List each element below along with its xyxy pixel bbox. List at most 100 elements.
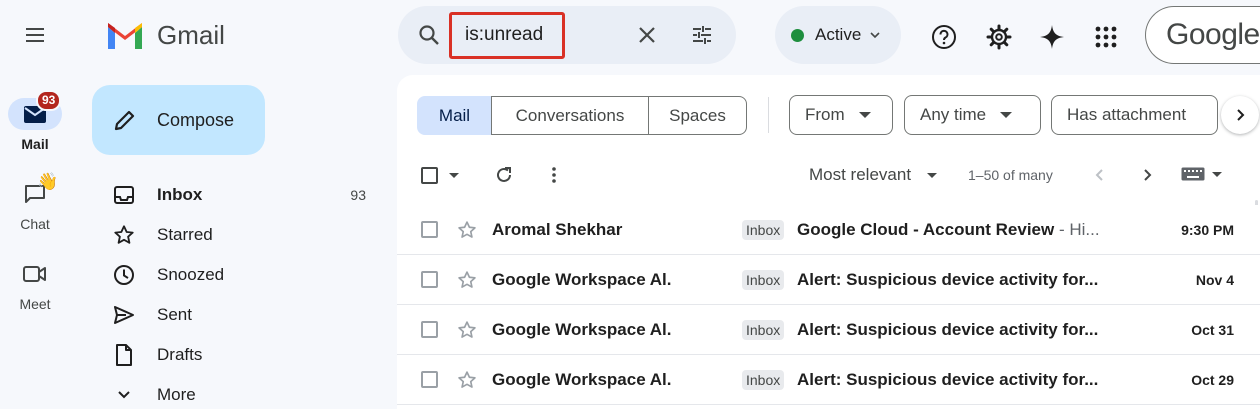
send-icon [114,306,134,324]
email-subject: Google Cloud - Account Review [797,219,1055,239]
nav-more-label: More [157,385,196,404]
email-row[interactable]: Aromal Shekhar Inbox Google Cloud - Acco… [397,205,1260,255]
refresh-button[interactable] [490,161,518,189]
nav-inbox-count: 93 [350,187,366,203]
clear-search-button[interactable] [632,20,662,50]
filter-time-label: Any time [920,105,987,124]
input-tools-button[interactable] [1181,167,1222,181]
select-all-checkbox[interactable] [421,167,438,184]
segment-mail-label: Mail [438,105,471,125]
email-sender: Google Workspace Al. [492,269,672,289]
email-row[interactable]: Google Workspace Al. Inbox Alert: Suspic… [397,255,1260,305]
gmail-m-icon [108,22,142,49]
status-button[interactable]: Active [775,6,901,64]
video-camera-icon [23,266,46,282]
email-subject: Alert: Suspicious device activity for... [797,369,1099,389]
clock-icon [114,265,134,285]
row-checkbox[interactable] [421,371,438,388]
inbox-label-badge[interactable]: Inbox [742,269,785,290]
inbox-label-badge[interactable]: Inbox [742,219,785,240]
compose-button[interactable]: Compose [92,85,265,155]
email-subject-line: Alert: Suspicious device activity for... [797,270,1115,290]
filter-from-chip[interactable]: From [789,95,893,135]
search-bar[interactable]: is:unread [398,6,736,64]
older-button[interactable] [1135,162,1161,188]
select-menu-caret[interactable] [449,173,459,178]
email-sender: Aromal Shekhar [492,219,623,239]
pencil-icon [114,110,135,131]
inbox-label-badge[interactable]: Inbox [742,319,785,340]
segment-spaces[interactable]: Spaces [648,96,747,135]
search-options-button[interactable] [687,20,717,50]
nav-sent[interactable]: Sent [108,299,384,331]
email-row[interactable]: Google Workspace Al. Inbox Alert: Suspic… [397,305,1260,355]
filter-attachment-chip[interactable]: Has attachment [1051,95,1218,135]
sparkle-icon [1040,25,1064,49]
apps-button[interactable] [1088,19,1124,55]
rail-mail-pill: 93 [8,90,62,130]
email-snippet: - Hi... [1054,219,1100,239]
input-tools-caret-icon [1212,171,1222,177]
search-icon [419,25,439,45]
segment-spaces-label: Spaces [669,105,726,125]
search-button[interactable] [414,20,444,50]
chips-scroll-right-button[interactable] [1221,96,1259,134]
email-subject-line: Alert: Suspicious device activity for... [797,320,1115,340]
dropdown-caret-icon [1000,112,1013,118]
search-input[interactable]: is:unread [465,24,543,46]
email-subject: Alert: Suspicious device activity for... [797,269,1099,289]
gmail-logo[interactable]: Gmail [106,20,225,51]
more-vertical-icon [552,167,556,183]
dropdown-caret-icon [858,112,871,118]
gmail-logo-text: Gmail [157,20,225,50]
star-icon[interactable] [457,370,477,390]
nav-more[interactable]: More [108,379,384,409]
row-checkbox[interactable] [421,271,438,288]
rail-meet[interactable]: Meet [8,258,62,312]
chevron-down-icon [118,391,130,399]
star-icon[interactable] [457,220,477,240]
nav-drafts[interactable]: Drafts [108,339,384,371]
email-row[interactable]: Google Workspace Al. Inbox Alert: Suspic… [397,355,1260,405]
mail-unread-badge: 93 [36,90,62,111]
gear-icon [986,24,1012,50]
rail-chat[interactable]: 👋 Chat [8,172,62,232]
tune-icon [693,26,711,44]
star-icon[interactable] [457,320,477,340]
nav-inbox[interactable]: Inbox 93 [108,179,384,211]
google-account-button[interactable]: Google [1145,6,1260,64]
newer-button[interactable] [1086,162,1112,188]
inbox-label-badge[interactable]: Inbox [742,369,785,390]
inbox-icon [114,186,134,204]
chevron-left-icon [1095,169,1103,181]
active-status-dot [791,28,804,42]
nav-snoozed[interactable]: Snoozed [108,259,384,291]
close-icon [639,27,655,43]
more-options-button[interactable] [540,161,568,189]
star-icon[interactable] [457,270,477,290]
nav-inbox-label: Inbox [157,185,203,204]
filter-attachment-label: Has attachment [1067,105,1187,124]
main-menu-button[interactable] [15,15,55,55]
email-date: Oct 29 [1191,371,1234,388]
filter-time-chip[interactable]: Any time [904,95,1041,135]
segment-conversations[interactable]: Conversations [491,96,649,135]
email-sender: Google Workspace Al. [492,319,672,339]
draft-file-icon [116,344,132,366]
nav-sent-label: Sent [157,305,192,324]
rail-meet-label: Meet [19,296,51,312]
filter-divider [768,97,769,133]
sort-dropdown[interactable]: Most relevant [809,165,938,185]
sort-label: Most relevant [809,165,912,184]
nav-drafts-label: Drafts [157,345,203,364]
segment-mail[interactable]: Mail [417,96,492,135]
row-checkbox[interactable] [421,221,438,238]
email-subject-line: Google Cloud - Account Review - Hi... [797,220,1115,240]
email-sender: Google Workspace Al. [492,369,672,389]
rail-mail[interactable]: 93 Mail [8,90,62,152]
nav-starred[interactable]: Starred [108,219,384,251]
support-button[interactable] [926,19,962,55]
gemini-button[interactable] [1034,19,1070,55]
row-checkbox[interactable] [421,321,438,338]
settings-button[interactable] [981,19,1017,55]
